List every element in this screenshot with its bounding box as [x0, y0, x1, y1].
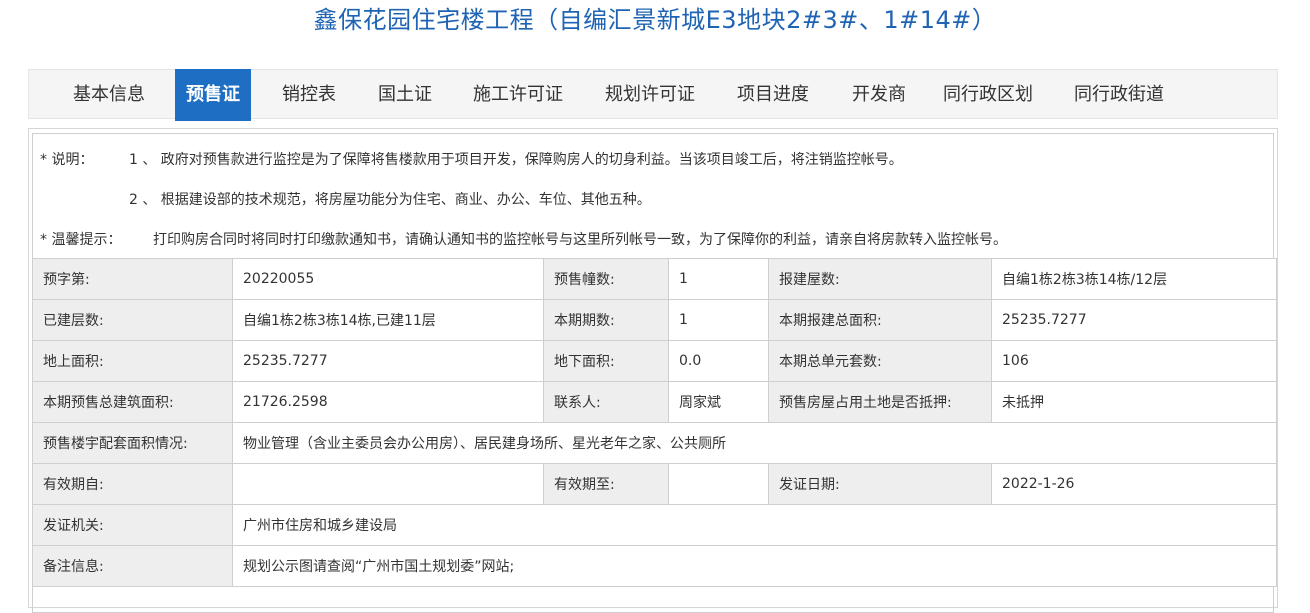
- phase-number-value: 1: [668, 299, 769, 341]
- tab-land-certificate[interactable]: 国土证: [365, 69, 445, 121]
- table-row: 本期预售总建筑面积: 21726.2598 联系人: 周家斌 预售房屋占用土地是…: [32, 381, 1277, 423]
- supporting-facilities-label: 预售楼宇配套面积情况:: [32, 422, 233, 464]
- table-row: 地上面积: 25235.7277 地下面积: 0.0 本期总单元套数: 106: [32, 340, 1277, 382]
- phase-number-label: 本期期数:: [543, 299, 669, 341]
- remarks-label: 备注信息:: [32, 545, 233, 587]
- issuing-authority-label: 发证机关:: [32, 504, 233, 546]
- valid-until-label: 有效期至:: [543, 463, 669, 505]
- note-tip-label: * 温馨提示：: [40, 232, 122, 248]
- table-row: 发证机关: 广州市住房和城乡建设局: [32, 504, 1277, 546]
- presale-number-value: 20220055: [232, 258, 544, 300]
- reported-buildings-value: 自编1栋2栋3栋14栋/12层: [991, 258, 1277, 300]
- reported-buildings-label: 报建屋数:: [768, 258, 992, 300]
- presale-total-area-value: 21726.2598: [232, 381, 544, 423]
- presale-panel: * 说明： 1 、 政府对预售款进行监控是为了保障将售楼款用于项目开发，保障购房…: [28, 128, 1278, 613]
- table-row: 预售楼宇配套面积情况: 物业管理（含业主委员会办公用房）、居民建身场所、星光老年…: [32, 422, 1277, 464]
- issue-date-label: 发证日期:: [768, 463, 992, 505]
- note-item-2: 2 、 根据建设部的技术规范，将房屋功能分为住宅、商业、办公、车位、其他五种。: [129, 192, 651, 208]
- table-row: 预字第: 20220055 预售幢数: 1 报建屋数: 自编1栋2栋3栋14栋/…: [32, 258, 1277, 300]
- table-row: 备注信息: 规划公示图请查阅“广州市国土规划委”网站;: [32, 545, 1277, 587]
- land-mortgage-value: 未抵押: [991, 381, 1277, 423]
- valid-from-label: 有效期自:: [32, 463, 233, 505]
- reported-total-area-value: 25235.7277: [991, 299, 1277, 341]
- tab-construction-permit[interactable]: 施工许可证: [463, 69, 573, 121]
- note-explain-label: * 说明：: [40, 152, 94, 168]
- contact-person-value: 周家斌: [668, 381, 769, 423]
- presale-info-table: 预字第: 20220055 预售幢数: 1 报建屋数: 自编1栋2栋3栋14栋/…: [32, 258, 1277, 587]
- presale-buildings-label: 预售幢数:: [543, 258, 669, 300]
- underground-area-label: 地下面积:: [543, 340, 669, 382]
- underground-area-value: 0.0: [668, 340, 769, 382]
- tab-developer[interactable]: 开发商: [839, 69, 919, 121]
- built-floors-label: 已建层数:: [32, 299, 233, 341]
- valid-from-value: [232, 463, 544, 505]
- tab-project-progress[interactable]: 项目进度: [726, 69, 820, 121]
- built-floors-value: 自编1栋2栋3栋14栋,已建11层: [232, 299, 544, 341]
- note-tip-text: 打印购房合同时将同时打印缴款通知书，请确认通知书的监控帐号与这里所列帐号一致，为…: [153, 232, 1007, 248]
- tab-basic-info[interactable]: 基本信息: [57, 69, 161, 121]
- issue-date-value: 2022-1-26: [991, 463, 1277, 505]
- tab-same-district[interactable]: 同行政区划: [933, 69, 1043, 121]
- tab-planning-permit[interactable]: 规划许可证: [595, 69, 705, 121]
- reported-total-area-label: 本期报建总面积:: [768, 299, 992, 341]
- land-mortgage-label: 预售房屋占用土地是否抵押:: [768, 381, 992, 423]
- presale-panel-inner: * 说明： 1 、 政府对预售款进行监控是为了保障将售楼款用于项目开发，保障购房…: [32, 133, 1277, 613]
- valid-until-value: [668, 463, 769, 505]
- table-row: 已建层数: 自编1栋2栋3栋14栋,已建11层 本期期数: 1 本期报建总面积:…: [32, 299, 1277, 341]
- presale-buildings-value: 1: [668, 258, 769, 300]
- table-row: 有效期自: 有效期至: 发证日期: 2022-1-26: [32, 463, 1277, 505]
- supporting-facilities-value: 物业管理（含业主委员会办公用房）、居民建身场所、星光老年之家、公共厕所: [232, 422, 1277, 464]
- remarks-value: 规划公示图请查阅“广州市国土规划委”网站;: [232, 545, 1277, 587]
- presale-total-area-label: 本期预售总建筑面积:: [32, 381, 233, 423]
- tab-sales-control[interactable]: 销控表: [269, 69, 349, 121]
- total-units-label: 本期总单元套数:: [768, 340, 992, 382]
- total-units-value: 106: [991, 340, 1277, 382]
- above-ground-area-value: 25235.7277: [232, 340, 544, 382]
- above-ground-area-label: 地上面积:: [32, 340, 233, 382]
- note-item-1: 1 、 政府对预售款进行监控是为了保障将售楼款用于项目开发，保障购房人的切身利益…: [129, 152, 903, 168]
- issuing-authority-value: 广州市住房和城乡建设局: [232, 504, 1277, 546]
- page-title: 鑫保花园住宅楼工程（自编汇景新城E3地块2#3#、1#14#）: [313, 6, 997, 34]
- tab-presale-certificate[interactable]: 预售证: [175, 69, 251, 121]
- presale-number-label: 预字第:: [32, 258, 233, 300]
- tab-bar: 基本信息 预售证 销控表 国土证 施工许可证 规划许可证 项目进度 开发商 同行…: [28, 69, 1278, 121]
- contact-person-label: 联系人:: [543, 381, 669, 423]
- tab-same-street[interactable]: 同行政街道: [1064, 69, 1174, 121]
